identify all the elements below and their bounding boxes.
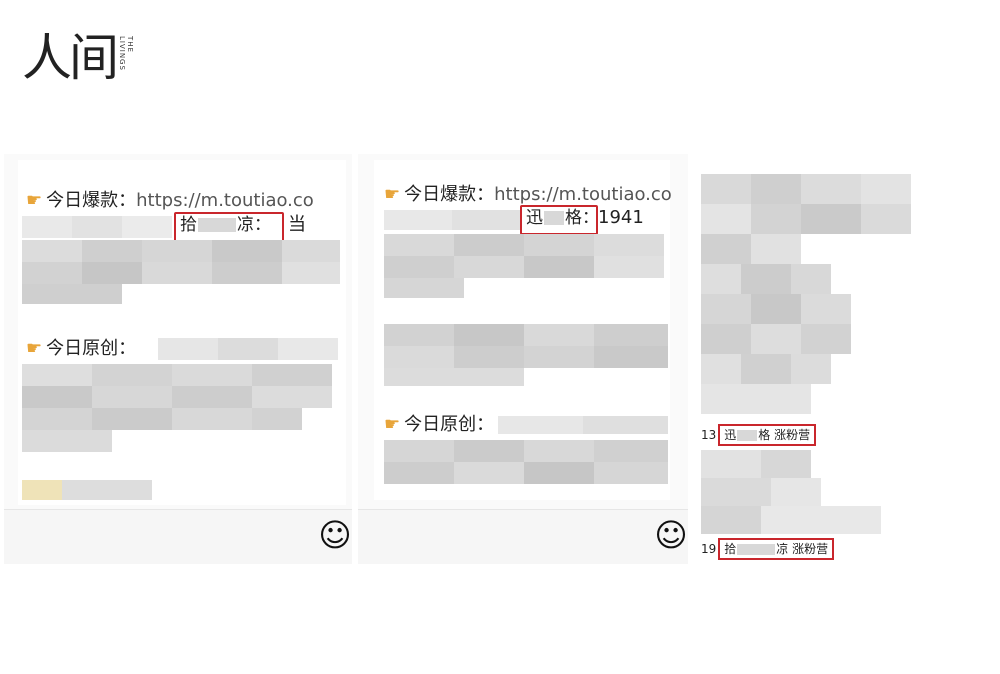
- pointing-hand-icon: ☛: [384, 414, 401, 435]
- blurred-text: [22, 216, 172, 238]
- blurred-text: [701, 174, 911, 424]
- emoji-icon[interactable]: ☺: [318, 518, 352, 552]
- chat-input-bar[interactable]: ☺: [4, 509, 352, 564]
- highlight-box: 迅格 涨粉营: [718, 424, 817, 446]
- logo: 人间 THE LIVINGS: [22, 28, 134, 92]
- pointing-hand-icon: ☛: [384, 184, 401, 205]
- item-number: 19: [701, 542, 717, 556]
- emoji-icon[interactable]: ☺: [654, 518, 688, 552]
- highlight-box: 拾凉 涨粉营: [718, 538, 835, 560]
- blurred-text: [701, 450, 881, 534]
- redacted-block: [737, 430, 758, 441]
- message-tail: 1941: [598, 207, 644, 228]
- group-list-screenshot-right: 13 迅格 涨粉营 19 拾凉 涨粉营: [695, 154, 923, 564]
- pointing-hand-icon: ☛: [26, 338, 43, 359]
- pointing-hand-icon: ☛: [26, 190, 43, 211]
- blurred-text: [158, 338, 338, 360]
- list-item[interactable]: 13 迅格 涨粉营: [701, 424, 817, 446]
- blurred-text: [384, 440, 668, 496]
- redacted-block: [737, 544, 776, 555]
- message-bubble: ☛ 今日爆款：https://m.toutiao.co 拾凉： 当 ☛ 今日原创：: [18, 160, 346, 505]
- message-url[interactable]: https://m.toutiao.co: [136, 190, 314, 211]
- blurred-text: [498, 416, 668, 434]
- blurred-text: [384, 234, 668, 298]
- message-url[interactable]: https://m.toutiao.co: [494, 184, 672, 205]
- chat-input-bar[interactable]: ☺: [358, 509, 688, 564]
- message-bubble: ☛ 今日爆款：https://m.toutiao.co 迅格： 1941 ☛ 今…: [374, 160, 672, 500]
- blurred-text: [22, 480, 152, 500]
- blurred-text: [22, 364, 332, 470]
- list-item[interactable]: 19 拾凉 涨粉营: [701, 538, 835, 560]
- redacted-block: [544, 211, 564, 225]
- blurred-text: [384, 324, 668, 386]
- redacted-block: [198, 218, 236, 232]
- message-tail: 当: [288, 214, 306, 235]
- item-number: 13: [701, 428, 717, 442]
- message-line-original: ☛ 今日原创：: [384, 414, 495, 435]
- message-line-hot: ☛ 今日爆款：https://m.toutiao.co: [384, 184, 672, 205]
- highlighted-name: 拾凉：: [180, 215, 271, 235]
- logo-main-text: 人间: [22, 29, 119, 87]
- message-line-original: ☛ 今日原创：: [26, 338, 137, 359]
- blurred-text: [22, 240, 342, 304]
- highlighted-name: 迅格：: [526, 208, 599, 228]
- blurred-text: [384, 210, 520, 230]
- message-line-hot: ☛ 今日爆款：https://m.toutiao.co: [26, 190, 314, 211]
- chat-screenshot-left: ☛ 今日爆款：https://m.toutiao.co 拾凉： 当 ☛ 今日原创：: [4, 154, 352, 564]
- chat-screenshot-middle: ☛ 今日爆款：https://m.toutiao.co 迅格： 1941 ☛ 今…: [358, 154, 688, 564]
- logo-side-text: THE LIVINGS: [118, 36, 134, 71]
